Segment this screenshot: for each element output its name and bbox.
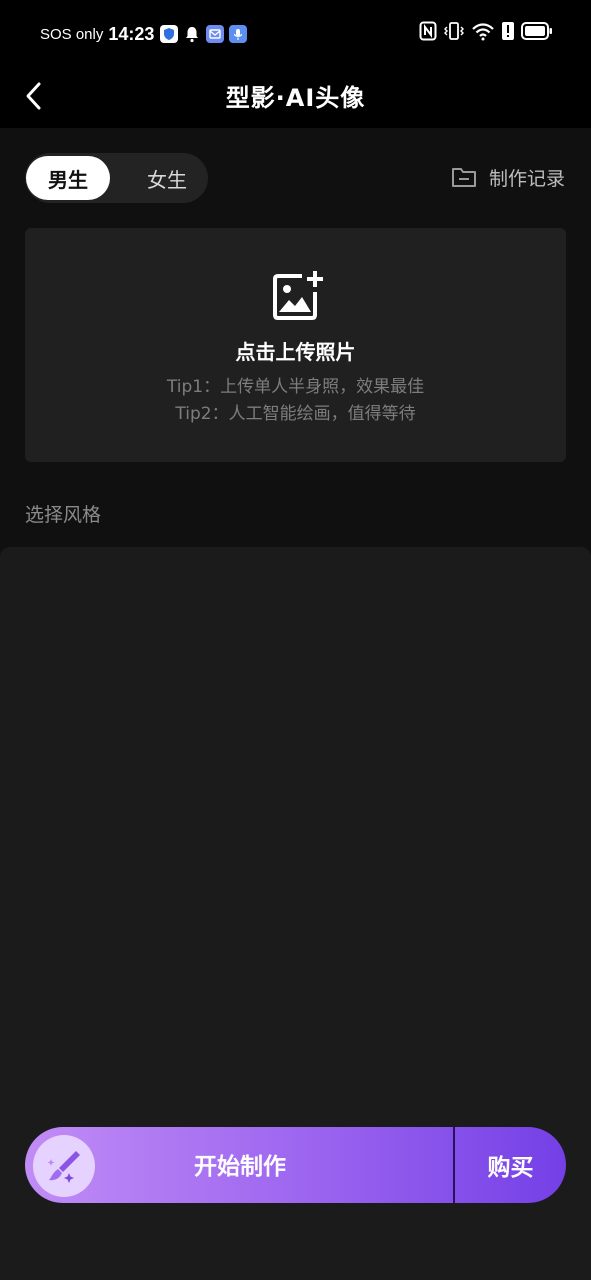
folder-icon: [451, 168, 476, 187]
start-button[interactable]: 开始制作: [25, 1127, 453, 1203]
mic-app-icon: [229, 25, 248, 43]
magic-brush-icon: [47, 1151, 80, 1183]
history-label: 制作记录: [488, 167, 565, 190]
add-image-icon: [273, 271, 323, 320]
gender-male-tab[interactable]: 男生: [26, 156, 110, 200]
buy-label: 购买: [487, 1155, 534, 1181]
status-bar: SOS only 14:23: [0, 0, 591, 66]
bell-icon: [183, 25, 201, 43]
brush-badge: [33, 1135, 95, 1197]
upload-tip-2: Tip2：人工智能绘画，值得等待: [175, 404, 416, 424]
start-label: 开始制作: [194, 1154, 286, 1180]
upload-title: 点击上传照片: [235, 340, 356, 364]
carrier-label: SOS only: [40, 25, 104, 43]
wifi-icon: [471, 21, 495, 45]
vibrate-icon: [443, 21, 465, 45]
shield-app-icon: [160, 25, 179, 43]
buy-button[interactable]: 购买: [455, 1127, 566, 1203]
upload-tip-1: Tip1：上传单人半身照，效果最佳: [166, 377, 425, 397]
gender-toggle: 男生 女生: [25, 153, 208, 203]
gender-female-tab[interactable]: 女生: [125, 157, 209, 199]
nfc-icon: [419, 21, 437, 45]
upload-photo-card[interactable]: 点击上传照片 Tip1：上传单人半身照，效果最佳 Tip2：人工智能绘画，值得等…: [25, 228, 566, 462]
style-section-label: 选择风格: [25, 504, 102, 526]
main-content: 男生 女生 制作记录 点击上传照片 Tip1：上传单人半身照，效果最佳 Tip2…: [0, 128, 591, 1280]
app-header: 型影·AI头像: [0, 66, 591, 128]
clock: 14:23: [108, 23, 155, 44]
history-link[interactable]: 制作记录: [451, 162, 565, 192]
action-bar: 开始制作 购买: [25, 1127, 566, 1203]
alert-icon: [501, 21, 515, 45]
page-title: 型影·AI头像: [225, 84, 366, 112]
mail-app-icon: [206, 25, 225, 43]
battery-icon: [521, 21, 553, 45]
